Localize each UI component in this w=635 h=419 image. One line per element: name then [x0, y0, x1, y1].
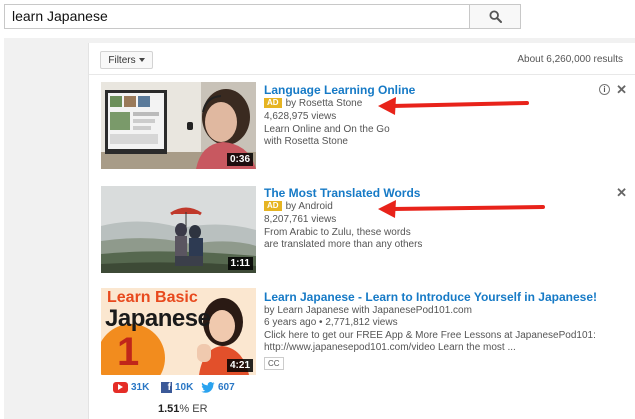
video-desc-line1: Click here to get our FREE App & More Fr…	[264, 330, 596, 341]
video-desc-line2: http://www.japanesepod101.com/video Lear…	[264, 342, 516, 353]
youtube-stat: 31K	[113, 380, 149, 394]
channel-name: by Android	[285, 201, 333, 212]
video-desc-line1: Learn Online and On the Go	[264, 124, 390, 135]
youtube-count: 31K	[131, 381, 150, 393]
twitter-icon	[201, 381, 215, 393]
video-desc-line2: with Rosetta Stone	[264, 136, 348, 147]
channel-name: by Rosetta Stone	[285, 98, 363, 109]
ad-badge: AD	[264, 201, 282, 211]
video-views-2: 8,207,761 views	[264, 214, 337, 225]
video-duration: 0:36	[226, 153, 253, 166]
video-desc-line2: are translated more than any others	[264, 239, 423, 250]
search-icon	[488, 10, 502, 23]
facebook-icon: f	[161, 381, 172, 393]
video-title-1[interactable]: Language Learning Online	[264, 83, 415, 97]
video-thumbnail-1[interactable]: 0:36	[101, 82, 256, 169]
video-age-views-3: 6 years ago • 2,771,812 views	[264, 317, 398, 328]
video-channel-1[interactable]: AD by Rosetta Stone	[264, 98, 362, 110]
facebook-stat: f 10K	[161, 380, 193, 394]
close-icon[interactable]: ✕	[616, 83, 627, 96]
engagement-value: 1.51	[158, 403, 180, 415]
filters-button[interactable]: Filters	[100, 51, 153, 69]
result-count: About 6,260,000 results	[517, 54, 623, 65]
youtube-icon	[113, 381, 128, 393]
video-channel-2[interactable]: AD by Android	[264, 201, 333, 213]
search-input[interactable]: learn Japanese	[4, 4, 469, 29]
toolbar-divider	[89, 74, 635, 75]
twitter-stat: 607	[201, 380, 235, 394]
video-channel-3[interactable]: by Learn Japanese with JapanesePod101.co…	[264, 305, 472, 317]
thumbnail-lesson-number: 1	[117, 330, 140, 374]
video-title-3[interactable]: Learn Japanese - Learn to Introduce Your…	[264, 290, 597, 304]
video-duration: 1:11	[227, 257, 253, 270]
video-duration: 4:21	[226, 359, 253, 372]
caret-down-icon	[138, 58, 145, 62]
video-desc-line1: From Arabic to Zulu, these words	[264, 227, 411, 238]
search-button[interactable]	[469, 4, 521, 29]
ad-badge: AD	[264, 98, 282, 108]
video-title-2[interactable]: The Most Translated Words	[264, 186, 420, 200]
twitter-count: 607	[218, 381, 235, 393]
close-icon[interactable]: ✕	[616, 186, 627, 199]
search-results-panel: Filters About 6,260,000 results 0:36 Lan…	[88, 43, 635, 419]
video-thumbnail-2[interactable]: 1:11	[101, 186, 256, 273]
left-gutter	[0, 38, 4, 419]
filters-label: Filters	[108, 54, 136, 66]
engagement-unit: % ER	[179, 403, 208, 415]
facebook-count: 10K	[175, 381, 194, 393]
video-thumbnail-3[interactable]: Learn Basic Japanese 1 4:21	[101, 288, 256, 375]
video-views-1: 4,628,975 views	[264, 111, 337, 122]
engagement-rate: 1.51% ER	[158, 403, 208, 415]
info-icon[interactable]: i	[599, 84, 610, 95]
cc-badge: CC	[264, 357, 284, 370]
thumbnail-text-japanese: Japanese	[105, 305, 211, 332]
